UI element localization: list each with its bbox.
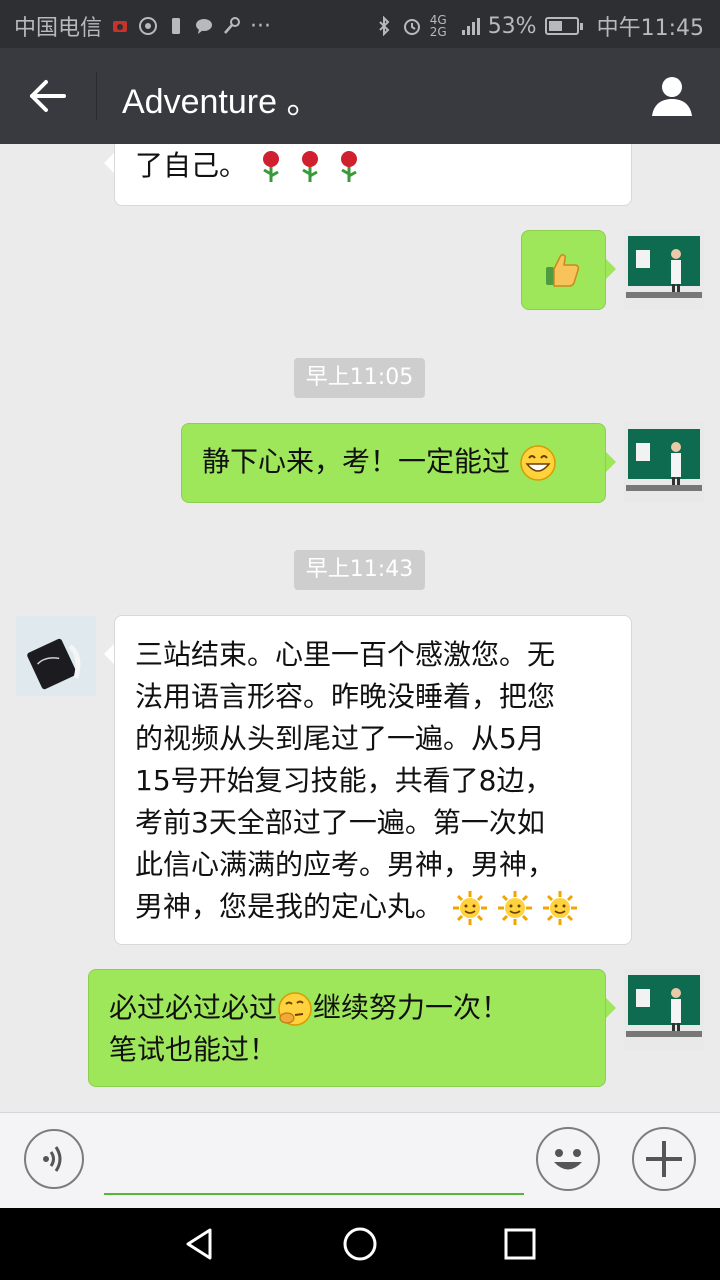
alarm-icon	[403, 19, 420, 35]
chat-area[interactable]: 了自己。 早上11:05 静下心来，考！一定能过 早上11:43 三站结束。心里…	[0, 144, 720, 1112]
message-text-line: 法用语言形容。昨晚没睡着，把您	[135, 680, 556, 713]
timestamp: 早上11:05	[294, 358, 425, 398]
page-title: Adventure 。	[122, 83, 321, 121]
thinking-icon	[278, 992, 312, 1026]
message-text-line: 必过必过必过 继续努力一次！	[109, 987, 585, 1029]
input-bar	[0, 1112, 720, 1209]
message-text: 了自己。	[135, 149, 248, 182]
message-bubble-right[interactable]: 静下心来，考！一定能过	[181, 423, 616, 503]
emoji-button[interactable]	[536, 1127, 600, 1191]
contact-photo-icon	[16, 616, 96, 696]
more-notifications-icon: ···	[250, 13, 271, 39]
message-bubble-left[interactable]: 了自己。	[104, 144, 632, 206]
voice-icon	[43, 1146, 62, 1172]
message-text: 继续努力一次！	[313, 991, 510, 1024]
sun-icon	[542, 891, 577, 925]
my-avatar[interactable]	[624, 230, 704, 310]
battery-percent: 53%	[487, 13, 537, 39]
battery-fill	[548, 21, 563, 31]
thumbs-up-icon	[546, 254, 580, 287]
more-button[interactable]	[632, 1127, 696, 1191]
grin-icon	[520, 445, 556, 481]
message-text-line: 男神，您是我的定心丸。	[135, 886, 611, 928]
chat-header: Adventure 。	[0, 48, 720, 144]
message-bubble-left[interactable]: 三站结束。心里一百个感激您。无 法用语言形容。昨晚没睡着，把您 的视频从头到尾过…	[104, 615, 632, 945]
status-right: 4G 2G 53% 中午11:45	[374, 10, 704, 42]
profile-icon[interactable]	[650, 74, 694, 118]
status-bar: 中国电信 ··· 4G 2G 53% 中午11:45	[0, 0, 720, 48]
header-divider	[96, 72, 97, 120]
message-input[interactable]	[104, 1133, 524, 1195]
my-avatar[interactable]	[624, 969, 704, 1049]
key-icon	[224, 17, 241, 34]
nav-back-icon[interactable]	[180, 1224, 220, 1264]
avatar-photo-icon	[624, 230, 704, 310]
message-text-line: 三站结束。心里一百个感激您。无	[135, 638, 556, 671]
avatar-photo-icon	[624, 969, 704, 1049]
voice-button[interactable]	[24, 1129, 84, 1189]
my-avatar[interactable]	[624, 423, 704, 503]
rose-icon	[340, 151, 357, 182]
status-left: 中国电信 ···	[14, 10, 271, 42]
signal-icon	[461, 18, 480, 35]
message-text-line: 15号开始复习技能，共看了8边，	[135, 764, 553, 797]
back-arrow-icon[interactable]	[26, 76, 70, 116]
message-text-line: 的视频从头到尾过了一遍。从5月	[135, 722, 545, 755]
smiley-icon	[554, 1149, 582, 1170]
battery-icon	[544, 17, 583, 35]
clock-time: 中午11:45	[596, 16, 704, 41]
plus-icon	[646, 1141, 682, 1177]
nav-home-icon[interactable]	[340, 1224, 380, 1264]
message-text-line: 笔试也能过！	[109, 1033, 278, 1066]
rose-icon	[262, 151, 279, 182]
message-bubble-right[interactable]: 必过必过必过 继续努力一次！ 笔试也能过！	[88, 969, 616, 1087]
chat-icon	[196, 19, 213, 34]
sun-icon	[497, 891, 532, 925]
message-text: 静下心来，考！一定能过	[202, 445, 511, 478]
message-text: 男神，您是我的定心丸。	[135, 890, 444, 923]
message-bubble-right[interactable]	[521, 230, 616, 310]
message-text-line: 考前3天全部过了一遍。第一次如	[135, 806, 545, 839]
avatar-photo-icon	[624, 423, 704, 503]
contact-avatar[interactable]	[16, 616, 96, 696]
bluetooth-icon	[378, 16, 390, 36]
sun-icon	[452, 891, 487, 925]
timestamp: 早上11:43	[294, 550, 425, 590]
phone-icon	[113, 21, 128, 32]
carrier-label: 中国电信	[14, 16, 103, 41]
message-text-line: 此信心满满的应考。男神，男神，	[135, 848, 556, 881]
message-text: 必过必过必过	[109, 991, 278, 1024]
rose-icon	[301, 151, 318, 182]
network-label: 4G 2G	[429, 13, 447, 39]
nav-recents-icon[interactable]	[500, 1224, 540, 1264]
battery-saver-icon	[172, 18, 181, 34]
navigation-bar	[0, 1208, 720, 1280]
sync-icon	[139, 17, 158, 35]
